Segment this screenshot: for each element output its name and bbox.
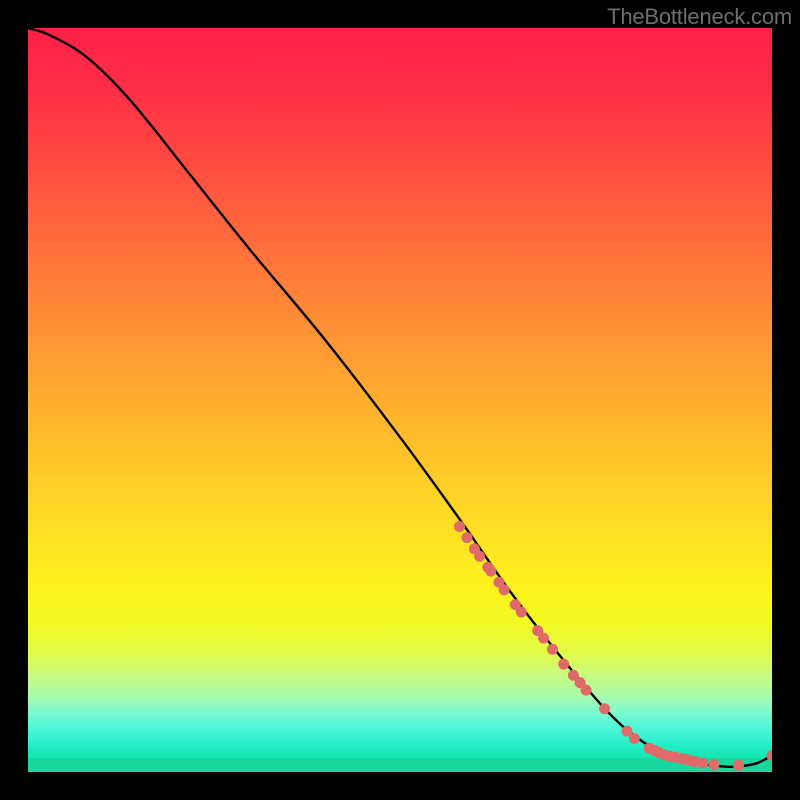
scatter-points	[454, 521, 772, 771]
data-point	[485, 566, 496, 577]
data-point	[629, 733, 640, 744]
data-point	[708, 759, 719, 770]
data-point	[733, 760, 744, 771]
bottleneck-curve	[28, 28, 772, 767]
data-point	[538, 633, 549, 644]
chart-svg	[28, 28, 772, 772]
data-point	[499, 584, 510, 595]
data-point	[461, 532, 472, 543]
data-point	[454, 521, 465, 532]
data-point	[516, 607, 527, 618]
watermark-text: TheBottleneck.com	[607, 4, 792, 30]
plot-area	[28, 28, 772, 772]
data-point	[474, 551, 485, 562]
data-point	[581, 685, 592, 696]
chart-container: TheBottleneck.com	[0, 0, 800, 800]
data-point	[547, 644, 558, 655]
data-point	[599, 703, 610, 714]
data-point	[558, 659, 569, 670]
data-point	[697, 758, 708, 769]
